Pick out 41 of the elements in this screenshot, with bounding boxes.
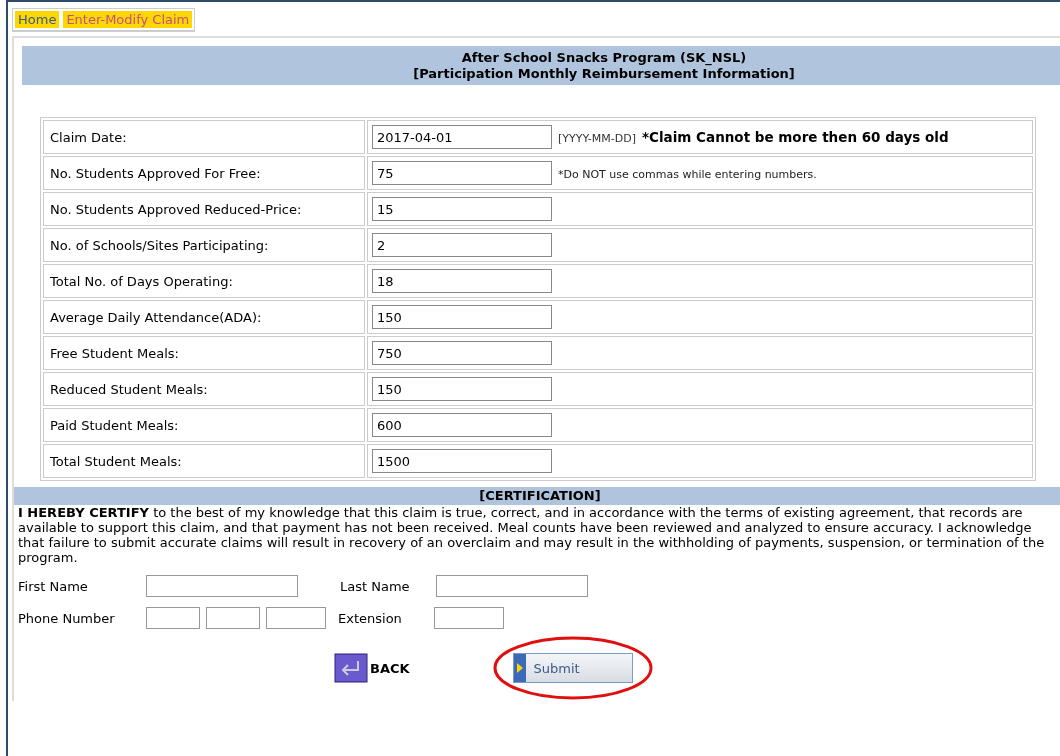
certification-title: [CERTIFICATION]	[479, 488, 601, 503]
field-label: Reduced Student Meals:	[50, 381, 208, 397]
warning-text: *Claim Cannot be more then 60 days old	[642, 128, 949, 145]
field-label: First Name	[18, 578, 89, 594]
input-field[interactable]: 150	[372, 377, 552, 401]
input-field[interactable]: 2	[372, 233, 552, 257]
input-field[interactable]	[266, 607, 326, 629]
hint-text: [YYYY-MM-DD]	[558, 131, 636, 145]
input-field[interactable]: 150	[372, 305, 552, 329]
field-label: No. Students Approved Reduced-Price:	[50, 201, 302, 217]
program-title: After School Snacks Program (SK_NSL)	[460, 50, 748, 66]
input-field[interactable]	[434, 607, 504, 629]
field-label: Paid Student Meals:	[50, 417, 179, 433]
field-label: Total No. of Days Operating:	[50, 273, 233, 289]
input-field[interactable]: 15	[372, 197, 552, 221]
input-field[interactable]: 18	[372, 269, 552, 293]
hint-text: *Do NOT use commas while entering numbers.	[558, 167, 817, 181]
field-label: Phone Number	[18, 610, 116, 626]
nav-tab[interactable]: Home	[15, 11, 60, 28]
input-field[interactable]	[146, 607, 200, 629]
input-field[interactable]: 75	[372, 161, 552, 185]
field-label: Total Student Meals:	[50, 453, 182, 469]
field-label: Average Daily Attendance(ADA):	[50, 309, 262, 325]
field-label: No. of Schools/Sites Participating:	[50, 237, 269, 253]
program-subtitle: [Participation Monthly Reimbursement Information]	[412, 66, 796, 82]
certification-text: I HEREBY CERTIFY to the best of my knowledge that this claim is true, correct, and in accordance with the terms of existing agreement, that records are available to support this claim, and that payment has not been received. Meal counts have been reviewed and analyzed to ensure accuracy. I acknowledge that failure to submit accurate claims will result in recovery of an overclaim and may result in the withholding of payments, suspension, or termination of the program.	[17, 505, 1046, 565]
field-label: No. Students Approved For Free:	[50, 165, 261, 181]
input-field[interactable]: 600	[372, 413, 552, 437]
field-label: Last Name	[340, 578, 411, 594]
input-field[interactable]: 1500	[372, 449, 552, 473]
back-button[interactable]: BACK	[334, 653, 410, 683]
input-field[interactable]: 2017-04-01	[372, 125, 552, 149]
field-label: Free Student Meals:	[50, 345, 179, 361]
field-label: Claim Date:	[50, 129, 127, 145]
input-field[interactable]	[146, 575, 298, 597]
field-label: Extension	[338, 610, 403, 626]
play-icon	[513, 654, 526, 682]
submit-button[interactable]: Submit	[512, 653, 633, 683]
input-field[interactable]: 750	[372, 341, 552, 365]
input-field[interactable]	[436, 575, 588, 597]
input-field[interactable]	[206, 607, 260, 629]
